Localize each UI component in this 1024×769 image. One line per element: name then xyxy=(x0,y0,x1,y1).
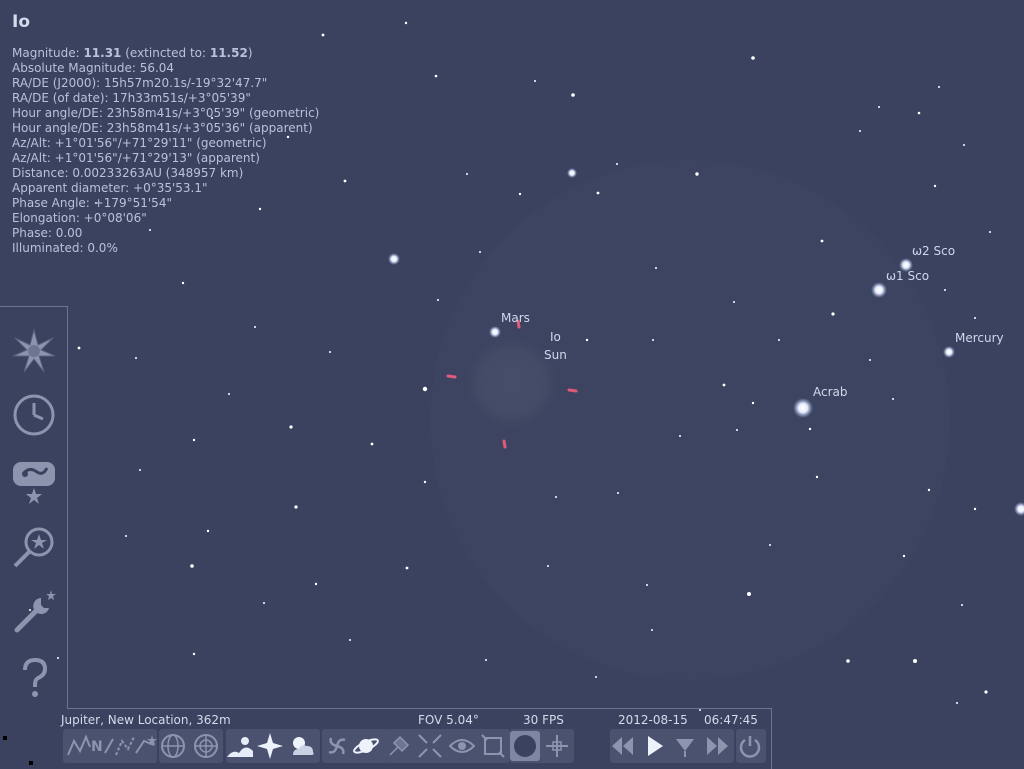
w1sco-star xyxy=(871,282,887,298)
info-hour-angle-apparent: Hour angle/DE: 23h58m41s/+3°05'36" (appa… xyxy=(12,121,313,135)
info-phase-angle: Phase Angle: +179°51'54" xyxy=(12,196,172,210)
mercury-dot xyxy=(943,346,955,358)
info-illuminated: Illuminated: 0.0% xyxy=(12,241,118,255)
corner-mark xyxy=(3,736,7,740)
info-phase: Phase: 0.00 xyxy=(12,226,83,240)
object-info-panel: Io Magnitude: 11.31 (extincted to: 11.52… xyxy=(12,12,319,256)
configuration-icon[interactable] xyxy=(8,587,60,639)
w1sco-label[interactable]: ω1 Sco xyxy=(886,269,929,283)
date-time-icon[interactable] xyxy=(8,389,60,441)
acrab-star xyxy=(793,398,813,418)
fps-text: 30 FPS xyxy=(523,713,564,727)
left-toolbar xyxy=(0,306,68,709)
equatorial-grid-icon[interactable] xyxy=(158,731,188,761)
nebulas-icon[interactable] xyxy=(322,731,352,761)
object-name: Io xyxy=(12,12,31,32)
io-label[interactable]: Io xyxy=(550,330,561,344)
planet-hints-icon[interactable] xyxy=(351,731,381,761)
info-ra-de-of-date: RA/DE (of date): 17h33m51s/+3°05'39" xyxy=(12,91,251,105)
quit-icon[interactable] xyxy=(735,731,765,761)
find-object-icon[interactable] xyxy=(8,521,60,573)
ground-icon[interactable] xyxy=(225,731,255,761)
sensor-frame-icon[interactable] xyxy=(542,731,572,761)
info-hour-angle-geometric: Hour angle/DE: 23h58m41s/+3°05'39" (geom… xyxy=(12,106,320,120)
increase-time-speed-icon[interactable] xyxy=(702,731,732,761)
mars-label[interactable]: Mars xyxy=(501,311,530,325)
sun-label[interactable]: Sun xyxy=(544,348,567,362)
mercury-label[interactable]: Mercury xyxy=(955,331,1004,345)
atmosphere-icon[interactable] xyxy=(287,731,317,761)
fov-text: FOV 5.04° xyxy=(418,713,479,727)
corner-mark xyxy=(29,761,33,765)
date-text: 2012-08-15 xyxy=(618,713,688,727)
svg-text:N: N xyxy=(91,739,103,755)
fullscreen-icon[interactable] xyxy=(478,731,508,761)
time-text: 06:47:45 xyxy=(704,713,758,727)
w2sco-label[interactable]: ω2 Sco xyxy=(912,244,955,258)
decrease-time-speed-icon[interactable] xyxy=(608,731,638,761)
info-ra-de-j2000: RA/DE (J2000): 15h57m20.1s/-19°32'47.7" xyxy=(12,76,268,90)
sky-and-viewing-options-icon[interactable] xyxy=(8,325,60,377)
info-magnitude: Magnitude: 11.31 (extincted to: 11.52) xyxy=(12,46,253,60)
info-apparent-diameter: Apparent diameter: +0°35'53.1" xyxy=(12,181,208,195)
location-text: Jupiter, New Location, 362m xyxy=(61,713,231,727)
mars-dot xyxy=(489,326,501,338)
info-az-alt-geometric: Az/Alt: +1°01'56"/+71°29'11" (geometric) xyxy=(12,136,267,150)
info-az-alt-apparent: Az/Alt: +1°01'56"/+71°29'13" (apparent) xyxy=(12,151,260,165)
play-icon[interactable] xyxy=(639,731,669,761)
cardinal-points-icon[interactable] xyxy=(255,731,285,761)
satellites-icon[interactable] xyxy=(384,731,414,761)
night-mode-icon[interactable] xyxy=(447,731,477,761)
search-window-icon[interactable] xyxy=(8,455,60,507)
acrab-label[interactable]: Acrab xyxy=(813,385,848,399)
info-distance: Distance: 0.00233263AU (348957 km) xyxy=(12,166,244,180)
info-absolute-magnitude: Absolute Magnitude: 56.04 xyxy=(12,61,175,75)
help-icon[interactable] xyxy=(8,653,60,705)
goto-selected-icon[interactable] xyxy=(415,731,445,761)
ocular-icon[interactable] xyxy=(510,731,540,761)
constellation-boundaries-icon[interactable] xyxy=(130,731,160,761)
info-elongation: Elongation: +0°08'06" xyxy=(12,211,147,225)
azimuthal-grid-icon[interactable] xyxy=(191,731,221,761)
set-time-now-icon[interactable] xyxy=(670,731,700,761)
